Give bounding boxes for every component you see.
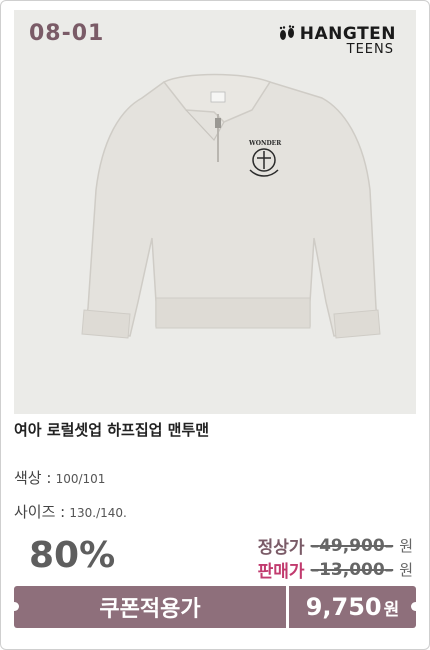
color-option: 색상 : 100/101 [14, 467, 105, 488]
discount-rate: 80% [29, 535, 116, 576]
sale-price-row: 판매가 –13,000– 원 [257, 557, 413, 583]
print-text: WONDER [249, 140, 282, 147]
regular-price: –49,900– [310, 535, 394, 556]
coupon-price-label[interactable]: 쿠폰적용가 [14, 586, 286, 628]
sale-price-unit: 원 [399, 561, 413, 579]
sale-price: –13,000– [310, 559, 394, 580]
sale-price-label: 판매가 [257, 562, 305, 582]
coupon-price-value: 9,750 [305, 593, 382, 621]
size-label: 사이즈 : [14, 503, 66, 521]
regular-price-row: 정상가 –49,900– 원 [257, 533, 413, 559]
sweatshirt-illustration [81, 73, 381, 339]
color-value: 100/101 [55, 472, 106, 486]
regular-price-unit: 원 [399, 537, 413, 555]
color-label: 색상 : [14, 469, 52, 487]
product-title[interactable]: 여아 로럴셋업 하프집업 맨투맨 [14, 419, 209, 440]
size-value: 130./140. [69, 506, 127, 520]
regular-price-label: 정상가 [257, 538, 305, 558]
coupon-price-unit: 원 [383, 599, 400, 620]
coupon-price[interactable]: 9,750 원 [289, 586, 416, 628]
ticket-notch-left [10, 602, 19, 611]
product-card[interactable]: 08-01 HANGTEN TEENS WONDER 여아 로럴셋업 하프집업 … [0, 0, 430, 650]
size-option: 사이즈 : 130./140. [14, 501, 127, 522]
product-image[interactable]: 08-01 HANGTEN TEENS WONDER [14, 10, 416, 414]
ticket-notch-right [411, 602, 420, 611]
